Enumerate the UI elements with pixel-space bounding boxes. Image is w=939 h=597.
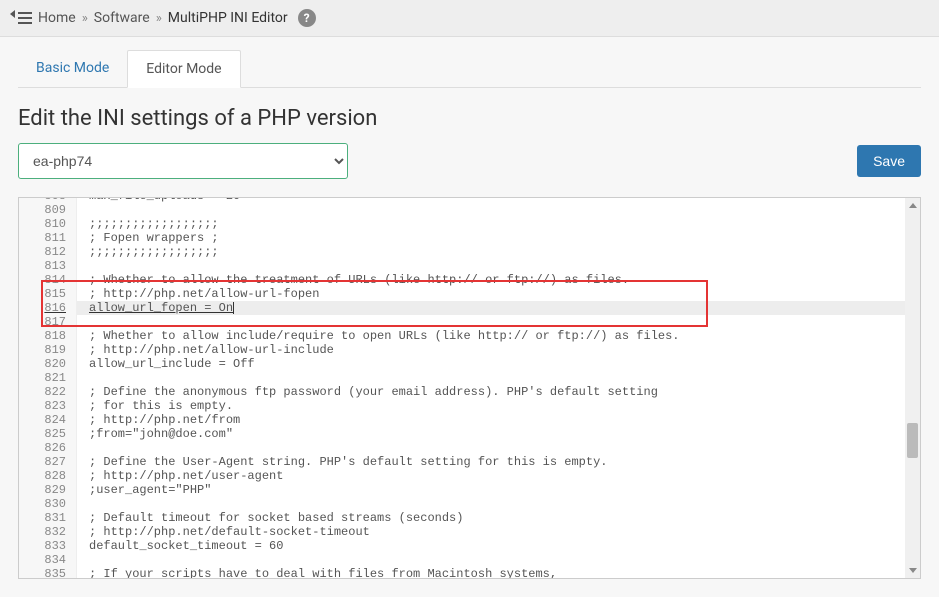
code-text[interactable]: ; http://php.net/default-socket-timeout [77,525,370,539]
code-line[interactable]: 812;;;;;;;;;;;;;;;;;; [19,245,920,259]
code-text[interactable]: ;;;;;;;;;;;;;;;;;; [77,245,219,259]
code-line[interactable]: 817 [19,315,920,329]
code-line[interactable]: 831; Default timeout for socket based st… [19,511,920,525]
scrollbar-vertical[interactable] [905,198,920,578]
tab-editor-mode[interactable]: Editor Mode [127,50,240,88]
line-number: 815 [19,287,77,301]
page-heading: Edit the INI settings of a PHP version [18,106,921,131]
code-line[interactable]: 835; If your scripts have to deal with f… [19,567,920,579]
line-number: 821 [19,371,77,385]
tab-bar: Basic Mode Editor Mode [18,49,921,88]
code-text[interactable]: ; http://php.net/from [77,413,240,427]
code-line[interactable]: 818; Whether to allow include/require to… [19,329,920,343]
code-line[interactable]: 825;from="john@doe.com" [19,427,920,441]
code-line[interactable]: 811; Fopen wrappers ; [19,231,920,245]
code-text[interactable]: allow_url_include = Off [77,357,255,371]
line-number: 809 [19,203,77,217]
code-line[interactable]: 816allow_url_fopen = On [19,301,920,315]
line-number: 830 [19,497,77,511]
code-text[interactable]: ; for this is empty. [77,399,233,413]
code-line[interactable]: 814; Whether to allow the treatment of U… [19,273,920,287]
tab-basic-mode[interactable]: Basic Mode [18,50,127,88]
breadcrumb-sep: » [82,11,88,26]
line-number: 819 [19,343,77,357]
code-text[interactable]: allow_url_fopen = On [77,301,234,315]
code-text[interactable]: ; http://php.net/user-agent [77,469,283,483]
code-line[interactable]: 821 [19,371,920,385]
code-line[interactable]: 826 [19,441,920,455]
line-number: 832 [19,525,77,539]
line-number: 811 [19,231,77,245]
breadcrumb-home[interactable]: Home [38,10,76,26]
code-text[interactable]: ; http://php.net/allow-url-fopen [77,287,319,301]
code-text[interactable]: ; If your scripts have to deal with file… [77,567,557,579]
line-number: 810 [19,217,77,231]
php-version-select[interactable]: ea-php74 [18,143,348,179]
line-number: 829 [19,483,77,497]
code-text[interactable]: ; Define the User-Agent string. PHP's de… [77,455,607,469]
code-line[interactable]: 827; Define the User-Agent string. PHP's… [19,455,920,469]
line-number: 833 [19,539,77,553]
code-text[interactable]: ; Whether to allow include/require to op… [77,329,680,343]
line-number: 825 [19,427,77,441]
code-line[interactable]: 834 [19,553,920,567]
line-number: 834 [19,553,77,567]
line-number: 822 [19,385,77,399]
code-text[interactable]: ;user_agent="PHP" [77,483,211,497]
code-text[interactable]: ;;;;;;;;;;;;;;;;;; [77,217,219,231]
scroll-up-icon[interactable] [905,198,920,213]
code-line[interactable]: 822; Define the anonymous ftp password (… [19,385,920,399]
code-text[interactable]: ;from="john@doe.com" [77,427,233,441]
line-number: 820 [19,357,77,371]
breadcrumb-software[interactable]: Software [94,10,150,26]
breadcrumb-sep: » [156,11,162,26]
code-text[interactable]: ; http://php.net/allow-url-include [77,343,334,357]
line-number: 826 [19,441,77,455]
code-line[interactable]: 820allow_url_include = Off [19,357,920,371]
code-line[interactable]: 830 [19,497,920,511]
code-text[interactable]: ; Fopen wrappers ; [77,231,219,245]
help-icon[interactable]: ? [298,9,316,27]
line-number: 828 [19,469,77,483]
line-number: 818 [19,329,77,343]
menu-toggle-icon[interactable] [12,8,32,28]
line-number: 812 [19,245,77,259]
code-line[interactable]: 828; http://php.net/user-agent [19,469,920,483]
code-line[interactable]: 829;user_agent="PHP" [19,483,920,497]
code-line[interactable]: 832; http://php.net/default-socket-timeo… [19,525,920,539]
line-number: 835 [19,567,77,579]
code-line[interactable]: 813 [19,259,920,273]
breadcrumb: Home » Software » MultiPHP INI Editor ? [0,0,939,37]
line-number: 827 [19,455,77,469]
line-number: 823 [19,399,77,413]
code-line[interactable]: 819; http://php.net/allow-url-include [19,343,920,357]
scroll-thumb[interactable] [907,423,918,458]
code-line[interactable]: 824; http://php.net/from [19,413,920,427]
line-number: 824 [19,413,77,427]
code-line[interactable]: 833default_socket_timeout = 60 [19,539,920,553]
text-cursor [233,302,234,314]
code-text[interactable]: ; Whether to allow the treatment of URLs… [77,273,629,287]
line-number: 814 [19,273,77,287]
code-text[interactable]: ; Default timeout for socket based strea… [77,511,463,525]
breadcrumb-current: MultiPHP INI Editor [168,10,288,26]
line-number: 816 [19,301,77,315]
code-text[interactable]: default_socket_timeout = 60 [77,539,283,553]
code-line[interactable]: 809 [19,203,920,217]
code-line[interactable]: 815; http://php.net/allow-url-fopen [19,287,920,301]
code-line[interactable]: 823; for this is empty. [19,399,920,413]
line-number: 831 [19,511,77,525]
code-line[interactable]: 810;;;;;;;;;;;;;;;;;; [19,217,920,231]
line-number: 817 [19,315,77,329]
code-editor[interactable]: 808max_file_uploads = 20809810;;;;;;;;;;… [18,197,921,579]
code-text[interactable]: ; Define the anonymous ftp password (you… [77,385,658,399]
line-number: 813 [19,259,77,273]
save-button[interactable]: Save [857,145,921,177]
